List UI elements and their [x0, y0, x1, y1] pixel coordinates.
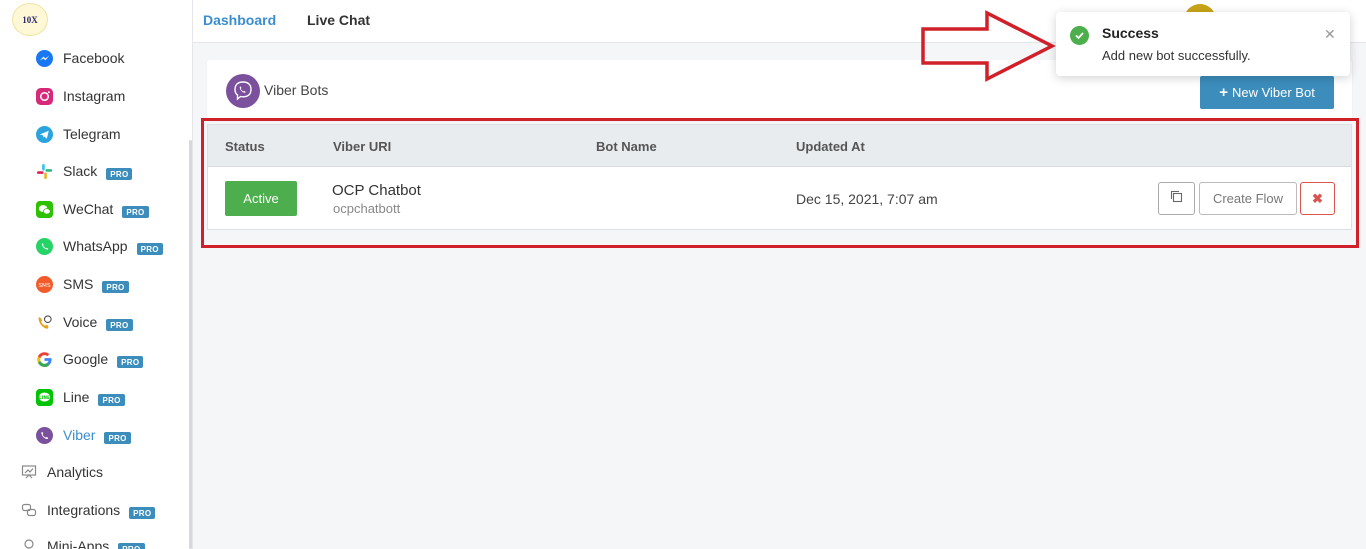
google-icon: [35, 350, 53, 368]
success-check-icon: [1070, 26, 1089, 45]
plus-icon: +: [1219, 84, 1228, 101]
sidebar-item-analytics[interactable]: Analytics: [0, 457, 103, 487]
brand-logo-text: 10X: [22, 14, 38, 25]
sidebar-item-mini-apps[interactable]: Mini-Apps PRO: [0, 531, 145, 549]
pro-badge: PRO: [118, 543, 145, 549]
sidebar-item-telegram[interactable]: Telegram: [0, 119, 121, 149]
pro-badge: PRO: [106, 319, 133, 331]
sidebar-item-label: Line: [63, 389, 90, 405]
nav-dashboard[interactable]: Dashboard: [203, 12, 276, 28]
sidebar-item-google[interactable]: Google PRO: [0, 344, 144, 374]
sms-icon: SMS: [35, 275, 53, 293]
analytics-icon: [20, 463, 38, 481]
sidebar-item-sms[interactable]: SMS SMS PRO: [0, 269, 129, 299]
mini-apps-icon: [20, 537, 38, 549]
pro-badge: PRO: [104, 432, 131, 444]
sidebar-item-label: Slack: [63, 163, 98, 179]
voice-icon: [35, 313, 53, 331]
toast-message: Add new bot successfully.: [1102, 48, 1251, 63]
sidebar-item-label: Viber: [63, 427, 96, 443]
telegram-icon: [35, 125, 53, 143]
new-viber-bot-button[interactable]: + New Viber Bot: [1200, 76, 1334, 109]
brand-logo[interactable]: 10X: [12, 3, 48, 36]
sidebar-item-line[interactable]: LINE Line PRO: [0, 382, 125, 412]
sidebar-item-label: Google: [63, 351, 109, 367]
sidebar-item-slack[interactable]: Slack PRO: [0, 156, 133, 186]
sidebar-item-viber[interactable]: Viber PRO: [0, 420, 131, 450]
line-icon: LINE: [35, 388, 53, 406]
svg-text:SMS: SMS: [38, 282, 50, 288]
sidebar-item-label: Telegram: [63, 126, 121, 142]
sidebar-item-wechat[interactable]: WeChat PRO: [0, 194, 149, 224]
sidebar-item-label: Integrations: [47, 502, 121, 518]
sidebar: 10X Facebook Instagram Telegram Slack PR…: [0, 0, 193, 549]
sidebar-item-label: WhatsApp: [63, 238, 128, 254]
pro-badge: PRO: [117, 356, 144, 368]
sidebar-item-integrations[interactable]: Integrations PRO: [0, 495, 156, 525]
sidebar-item-label: SMS: [63, 276, 94, 292]
viber-icon: [35, 426, 53, 444]
sidebar-item-label: Facebook: [63, 50, 125, 66]
success-toast: Success Add new bot successfully. ✕: [1056, 12, 1350, 76]
pro-badge: PRO: [136, 243, 163, 255]
sidebar-item-label: Mini-Apps: [47, 538, 110, 549]
instagram-icon: [35, 87, 53, 105]
pro-badge: PRO: [102, 281, 129, 293]
svg-text:LINE: LINE: [39, 395, 50, 401]
pro-badge: PRO: [106, 168, 133, 180]
new-viber-bot-label: New Viber Bot: [1231, 85, 1315, 100]
slack-icon: [35, 162, 53, 180]
nav-live-chat[interactable]: Live Chat: [307, 12, 370, 28]
pro-badge: PRO: [122, 206, 149, 218]
page-title: Viber Bots: [264, 82, 329, 98]
whatsapp-icon: [35, 237, 53, 255]
pro-badge: PRO: [129, 507, 156, 519]
sidebar-item-label: Analytics: [47, 464, 104, 480]
integrations-icon: [20, 501, 38, 519]
viber-logo-icon: [226, 74, 260, 108]
sidebar-item-whatsapp[interactable]: WhatsApp PRO: [0, 231, 163, 261]
sidebar-item-facebook[interactable]: Facebook: [0, 43, 124, 73]
sidebar-item-voice[interactable]: Voice PRO: [0, 307, 133, 337]
sidebar-scrollbar[interactable]: [189, 140, 192, 549]
annotation-arrow-icon: [921, 10, 1056, 82]
wechat-icon: [35, 200, 53, 218]
sidebar-item-label: Instagram: [63, 88, 126, 104]
toast-title: Success: [1102, 25, 1159, 41]
sidebar-item-label: Voice: [63, 314, 98, 330]
sidebar-item-instagram[interactable]: Instagram: [0, 81, 125, 111]
highlight-box: [201, 118, 1359, 248]
pro-badge: PRO: [98, 394, 125, 406]
sidebar-item-label: WeChat: [63, 201, 114, 217]
toast-close-icon[interactable]: ✕: [1324, 26, 1336, 43]
facebook-messenger-icon: [35, 49, 53, 67]
